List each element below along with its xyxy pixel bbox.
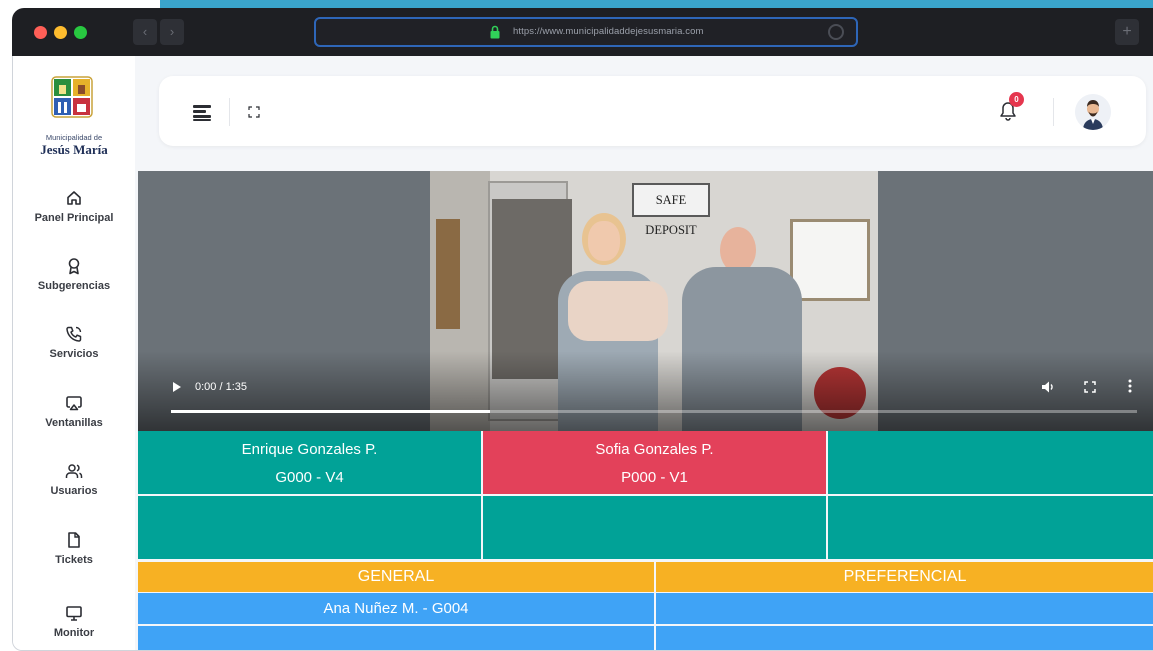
- divider: [1053, 98, 1054, 126]
- award-icon: [68, 258, 80, 275]
- sidebar-label: Ventanillas: [45, 417, 103, 429]
- video-progress-fill: [171, 410, 490, 413]
- window-cell: Enrique Gonzales P. G000 - V4: [138, 431, 481, 494]
- window-cell: [828, 496, 1153, 559]
- ticket-code: G000 - V4: [275, 469, 344, 486]
- app-window: Municipalidad de Jesús María Panel Princ…: [12, 56, 1153, 651]
- browser-toolbar: ‹ › https://www.municipalidaddejesusmari…: [12, 8, 1153, 56]
- home-icon: [67, 191, 81, 205]
- monitor-icon: [66, 606, 82, 621]
- video-time: 0:00 / 1:35: [195, 381, 247, 393]
- window-cell: [138, 496, 481, 559]
- cast-icon: [66, 396, 82, 411]
- minimize-window-button[interactable]: [54, 26, 67, 39]
- windows-grid: Enrique Gonzales P. G000 - V4 Sofia Gonz…: [138, 431, 1153, 560]
- safe-deposit-sign: SAFE DEPOSIT: [632, 183, 710, 237]
- menu-icon[interactable]: [193, 105, 211, 121]
- new-tab-button[interactable]: +: [1115, 19, 1139, 45]
- controls-overlay: [138, 351, 1153, 431]
- brand-name: Jesús María: [40, 142, 108, 157]
- sidebar: Municipalidad de Jesús María Panel Princ…: [13, 56, 135, 650]
- ticket-code: P000 - V1: [621, 469, 688, 486]
- notifications-button[interactable]: 0: [999, 92, 1027, 126]
- queue-entry: Ana Nuñez M. - G004: [138, 593, 654, 624]
- users-icon: [65, 464, 83, 478]
- queue-entry: [656, 626, 1153, 650]
- money-bags: [568, 281, 668, 341]
- user-avatar[interactable]: [1075, 94, 1111, 130]
- sidebar-item-subgerencias[interactable]: Subgerencias: [13, 257, 135, 313]
- sidebar-label: Servicios: [49, 348, 99, 360]
- screen: ‹ › https://www.municipalidaddejesusmari…: [0, 0, 1153, 651]
- address-bar[interactable]: https://www.municipalidaddejesusmaria.co…: [314, 17, 858, 47]
- attendant-name: Sofia Gonzales P.: [595, 441, 714, 458]
- sidebar-item-ventanillas[interactable]: Ventanillas: [13, 394, 135, 450]
- attendant-name: Enrique Gonzales P.: [241, 441, 378, 458]
- queue-header-general: GENERAL: [138, 562, 654, 592]
- wall-frame: [436, 219, 460, 329]
- municipal-crest-icon: [51, 76, 93, 118]
- reload-icon[interactable]: [828, 24, 844, 40]
- sidebar-item-tickets[interactable]: Tickets: [13, 531, 135, 587]
- window-cell: [483, 496, 826, 559]
- video-player[interactable]: SAFE DEPOSIT 0:00 / 1:35: [138, 171, 1153, 431]
- sidebar-label: Usuarios: [50, 485, 98, 497]
- window-cell: Sofia Gonzales P. P000 - V1: [483, 431, 826, 494]
- sidebar-label: Panel Principal: [34, 212, 114, 224]
- play-icon[interactable]: [173, 382, 181, 392]
- video-progress-bar[interactable]: [171, 410, 1137, 413]
- queue-entry: [138, 626, 654, 650]
- maximize-window-button[interactable]: [74, 26, 87, 39]
- phone-icon: [66, 326, 82, 342]
- notification-badge: 0: [1009, 92, 1024, 107]
- volume-icon[interactable]: [1041, 380, 1055, 394]
- back-button[interactable]: ‹: [133, 19, 157, 45]
- sidebar-item-usuarios[interactable]: Usuarios: [13, 462, 135, 518]
- close-window-button[interactable]: [34, 26, 47, 39]
- person-face: [588, 221, 620, 261]
- sidebar-item-monitor[interactable]: Monitor: [13, 604, 135, 650]
- sidebar-label: Monitor: [53, 627, 95, 639]
- lock-icon: [490, 25, 500, 39]
- sidebar-label: Tickets: [55, 554, 93, 566]
- sidebar-item-panel-principal[interactable]: Panel Principal: [13, 189, 135, 245]
- brand-subtitle: Municipalidad de: [45, 133, 103, 142]
- sidebar-label: Subgerencias: [37, 280, 111, 292]
- avatar-image: [1075, 94, 1111, 130]
- queue-entry: [656, 593, 1153, 624]
- more-vertical-icon[interactable]: [1128, 379, 1132, 393]
- window-cell: [828, 431, 1153, 494]
- fullscreen-icon[interactable]: [248, 106, 260, 118]
- divider: [229, 98, 230, 126]
- url-text: https://www.municipalidaddejesusmaria.co…: [513, 26, 704, 37]
- fullscreen-icon[interactable]: [1084, 381, 1096, 393]
- top-accent-strip: [160, 0, 1153, 8]
- file-icon: [68, 532, 80, 548]
- queue-header-preferencial: PREFERENCIAL: [656, 562, 1153, 592]
- top-header: 0: [159, 76, 1146, 146]
- forward-button[interactable]: ›: [160, 19, 184, 45]
- sidebar-item-servicios[interactable]: Servicios: [13, 325, 135, 381]
- whiteboard: [790, 219, 870, 301]
